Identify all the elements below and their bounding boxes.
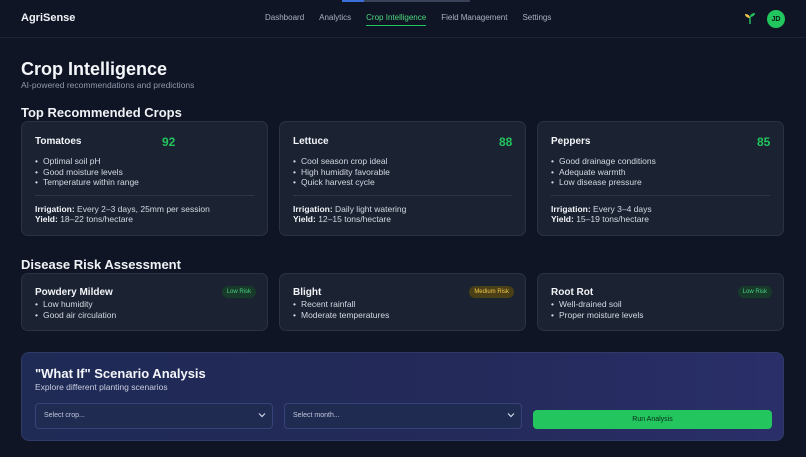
page-title: Crop Intelligence <box>21 59 168 79</box>
crop-card-peppers[interactable]: Peppers 85 Good drainage conditions Adeq… <box>537 121 784 236</box>
list-item: Good moisture levels <box>35 167 139 178</box>
page-subtitle: AI-powered recommendations and predictio… <box>21 80 195 90</box>
nav-dashboard[interactable]: Dashboard <box>265 13 304 26</box>
irrigation-label: Irrigation: <box>35 204 75 214</box>
yield-value: 12–15 tons/hectare <box>318 214 391 224</box>
crop-reasons: Good drainage conditions Adequate warmth… <box>551 156 656 188</box>
irrigation-label: Irrigation: <box>293 204 333 214</box>
irrigation-value: Daily light watering <box>335 204 407 214</box>
list-item: Temperature within range <box>35 177 139 188</box>
brand-logo[interactable]: AgriSense <box>21 12 75 24</box>
yield-label: Yield: <box>293 214 316 224</box>
chevron-down-icon <box>507 413 515 418</box>
month-select[interactable]: Select month... <box>284 403 522 429</box>
status-badge: Medium Risk <box>469 286 514 298</box>
scenario-title: "What If" Scenario Analysis <box>35 366 206 381</box>
irrigation-info: Irrigation: Every 3–4 days <box>551 204 652 214</box>
list-item: Optimal soil pH <box>35 156 139 167</box>
risk-card-blight[interactable]: Blight Medium Risk Recent rainfall Moder… <box>279 273 526 331</box>
list-item: Recent rainfall <box>293 299 389 310</box>
top-nav: AgriSense Dashboard Analytics Crop Intel… <box>0 0 806 38</box>
risk-factors: Low humidity Good air circulation <box>35 299 116 320</box>
scenario-analysis-panel: "What If" Scenario Analysis Explore diff… <box>21 352 784 441</box>
crop-score: 85 <box>757 135 771 149</box>
risk-name: Blight <box>293 287 322 298</box>
main-nav: Dashboard Analytics Crop Intelligence Fi… <box>265 13 551 26</box>
crop-score: 92 <box>162 135 176 149</box>
yield-info: Yield: 12–15 tons/hectare <box>293 214 391 224</box>
nav-analytics[interactable]: Analytics <box>319 13 351 26</box>
irrigation-value: Every 3–4 days <box>593 204 652 214</box>
chevron-down-icon <box>258 413 266 418</box>
list-item: Good air circulation <box>35 310 116 321</box>
nav-settings[interactable]: Settings <box>522 13 551 26</box>
sprout-icon[interactable] <box>744 11 756 25</box>
yield-label: Yield: <box>551 214 574 224</box>
disease-risk-title: Disease Risk Assessment <box>21 257 181 272</box>
risk-card-powdery-mildew[interactable]: Powdery Mildew Low Risk Low humidity Goo… <box>21 273 268 331</box>
card-divider <box>35 195 254 196</box>
list-item: Adequate warmth <box>551 167 656 178</box>
irrigation-label: Irrigation: <box>551 204 591 214</box>
list-item: Proper moisture levels <box>551 310 644 321</box>
status-badge: Low Risk <box>737 286 772 298</box>
yield-value: 18–22 tons/hectare <box>60 214 133 224</box>
list-item: Cool season crop ideal <box>293 156 390 167</box>
list-item: Good drainage conditions <box>551 156 656 167</box>
card-divider <box>551 195 770 196</box>
list-item: Low humidity <box>35 299 116 310</box>
risk-name: Root Rot <box>551 287 594 298</box>
nav-crop-intelligence[interactable]: Crop Intelligence <box>366 13 427 26</box>
top-scroll-indicator-accent <box>342 0 364 2</box>
risk-card-root-rot[interactable]: Root Rot Low Risk Well-drained soil Prop… <box>537 273 784 331</box>
yield-value: 15–19 tons/hectare <box>576 214 649 224</box>
yield-info: Yield: 18–22 tons/hectare <box>35 214 133 224</box>
nav-field-management[interactable]: Field Management <box>441 13 507 26</box>
list-item: Low disease pressure <box>551 177 656 188</box>
yield-label: Yield: <box>35 214 58 224</box>
list-item: Quick harvest cycle <box>293 177 390 188</box>
run-analysis-button[interactable]: Run Analysis <box>533 410 772 429</box>
user-avatar[interactable]: JD <box>767 10 785 28</box>
crop-name: Tomatoes <box>35 136 82 147</box>
irrigation-info: Irrigation: Every 2–3 days, 25mm per ses… <box>35 204 210 214</box>
card-divider <box>293 195 512 196</box>
crop-select-value: Select crop... <box>44 412 85 419</box>
crop-select[interactable]: Select crop... <box>35 403 273 429</box>
risk-name: Powdery Mildew <box>35 287 113 298</box>
status-badge: Low Risk <box>221 286 256 298</box>
risk-factors: Recent rainfall Moderate temperatures <box>293 299 389 320</box>
yield-info: Yield: 15–19 tons/hectare <box>551 214 649 224</box>
crop-reasons: Cool season crop ideal High humidity fav… <box>293 156 390 188</box>
recommended-crops-title: Top Recommended Crops <box>21 105 182 120</box>
crop-card-lettuce[interactable]: Lettuce 88 Cool season crop ideal High h… <box>279 121 526 236</box>
list-item: Moderate temperatures <box>293 310 389 321</box>
irrigation-value: Every 2–3 days, 25mm per session <box>77 204 210 214</box>
month-select-value: Select month... <box>293 412 340 419</box>
irrigation-info: Irrigation: Daily light watering <box>293 204 406 214</box>
scenario-subtitle: Explore different planting scenarios <box>35 382 168 392</box>
crop-name: Peppers <box>551 136 591 147</box>
list-item: Well-drained soil <box>551 299 644 310</box>
crop-score: 88 <box>499 135 513 149</box>
risk-factors: Well-drained soil Proper moisture levels <box>551 299 644 320</box>
crop-card-tomatoes[interactable]: Tomatoes 92 Optimal soil pH Good moistur… <box>21 121 268 236</box>
crop-reasons: Optimal soil pH Good moisture levels Tem… <box>35 156 139 188</box>
crop-name: Lettuce <box>293 136 329 147</box>
list-item: High humidity favorable <box>293 167 390 178</box>
